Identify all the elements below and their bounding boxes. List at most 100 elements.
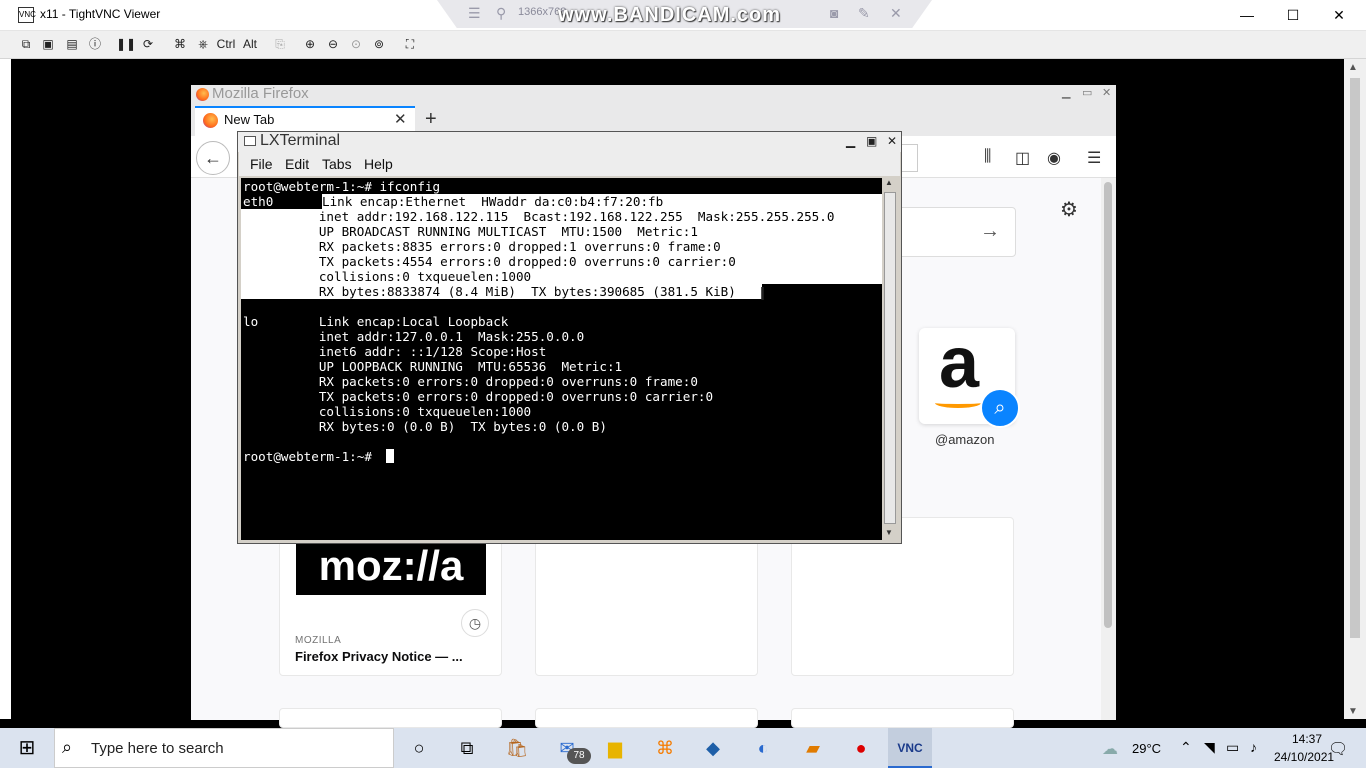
search-icon: ⌕ [62, 737, 73, 757]
refresh-icon[interactable]: ⟳ [138, 35, 158, 53]
zoom-in-icon[interactable]: ⊕ [300, 35, 320, 53]
vnc-window-title: x11 - TightVNC Viewer [40, 7, 161, 21]
firefox-minimize-button[interactable]: ▁ [1062, 86, 1070, 99]
save-session-icon[interactable]: ▣ [38, 35, 58, 53]
gear-icon[interactable]: ⚙ [1060, 197, 1078, 222]
weather-cloud-icon[interactable]: ☁ [1102, 739, 1118, 759]
url-bar[interactable] [900, 144, 918, 172]
bandicam-watermark: www.BANDICAM.com [558, 4, 782, 26]
terminal-line: collisions:0 txqueuelen:1000 [243, 404, 532, 419]
zoom-out-icon[interactable]: ⊖ [323, 35, 343, 53]
transfer-files-icon[interactable]: ⎘ [270, 35, 290, 53]
bandicam-close-icon[interactable]: ✕ [890, 5, 902, 22]
scroll-down-icon[interactable]: ▼ [885, 528, 893, 537]
menu-help[interactable]: Help [364, 156, 393, 172]
menu-edit[interactable]: Edit [285, 156, 309, 172]
firefox-maximize-button[interactable]: ▭ [1082, 86, 1092, 99]
text-cursor-icon: I [760, 284, 766, 304]
card-title: Firefox Privacy Notice — ... [295, 649, 463, 664]
menu-tabs[interactable]: Tabs [322, 156, 352, 172]
firefox-close-button[interactable]: ✕ [1102, 86, 1111, 99]
terminal-scrollbar-thumb[interactable] [884, 192, 896, 524]
empty-card [535, 708, 758, 728]
bandicam-pencil-icon[interactable]: ✎ [858, 5, 870, 22]
vnc-close-button[interactable]: ✕ [1316, 0, 1362, 31]
tray-chevron-up-icon[interactable]: ⌃ [1180, 739, 1192, 756]
search-go-arrow-icon[interactable]: → [980, 220, 1000, 243]
firefox-scrollbar-thumb[interactable] [1104, 182, 1112, 628]
firefox-logo-icon [196, 88, 209, 101]
terminal-prompt: root@webterm-1:~# [243, 449, 380, 464]
scroll-up-icon[interactable]: ▲ [885, 178, 893, 187]
connection-info-icon[interactable]: ⓘ [85, 35, 105, 53]
terminal-line-prefix: eth0 [243, 194, 274, 209]
weather-temperature[interactable]: 29°C [1132, 741, 1161, 756]
new-tab-plus-icon[interactable]: + [425, 108, 437, 131]
ctrl-esc-icon[interactable]: ⎈ [193, 35, 213, 53]
amazon-logo-icon: a [939, 323, 980, 403]
top-site-label: @amazon [935, 432, 995, 447]
terminal-line: RX packets:0 errors:0 dropped:0 overruns… [243, 374, 698, 389]
scroll-down-icon[interactable]: ▼ [1348, 706, 1358, 717]
task-view-icon[interactable]: ⧉ [452, 733, 482, 763]
volume-icon[interactable]: ♪ [1250, 739, 1257, 755]
scroll-up-icon[interactable]: ▲ [1348, 62, 1358, 73]
new-connection-icon[interactable]: ⧉ [16, 35, 36, 53]
terminal-line: UP BROADCAST RUNNING MULTICAST MTU:1500 … [243, 224, 698, 239]
terminal-line: inet addr:192.168.122.115 Bcast:192.168.… [243, 209, 835, 224]
firefox-titlebar [191, 85, 1116, 104]
bandicam-pin-icon[interactable]: ⚲ [496, 5, 506, 22]
alt-key-button[interactable]: Alt [240, 35, 260, 53]
zoom-fit-icon[interactable]: ⊚ [369, 35, 389, 53]
tab-close-icon[interactable]: ✕ [394, 110, 407, 128]
terminal-minimize-button[interactable]: ▁ [846, 134, 855, 148]
terminal-cursor [386, 449, 394, 463]
back-arrow-icon[interactable]: ← [196, 141, 230, 175]
clock-time[interactable]: 14:37 [1282, 732, 1332, 746]
ctrl-alt-del-icon[interactable]: ⌘ [170, 35, 190, 53]
store-icon[interactable]: 🛍 [502, 733, 532, 763]
network-icon[interactable]: ◥ [1204, 739, 1215, 756]
zoom-100-icon[interactable]: ⊙ [346, 35, 366, 53]
vnc-frame-left [0, 59, 11, 719]
battery-icon[interactable]: ▭ [1226, 739, 1239, 756]
clock-date[interactable]: 24/10/2021 [1274, 750, 1334, 764]
notification-icon[interactable]: 🗨 [1328, 739, 1348, 759]
windows-start-icon[interactable]: ⊞ [0, 728, 54, 768]
fullscreen-icon[interactable]: ⛶ [400, 35, 420, 53]
vnc-scrollbar-thumb[interactable] [1350, 78, 1360, 638]
terminal-line: RX bytes:0 (0.0 B) TX bytes:0 (0.0 B) [243, 419, 607, 434]
ctrl-key-button[interactable]: Ctrl [216, 35, 236, 53]
virtualbox-icon[interactable]: ◆ [698, 733, 728, 763]
options-icon[interactable]: ▤ [62, 35, 82, 53]
sidebar-icon[interactable]: ◫ [1015, 148, 1030, 168]
card-source: MOZILLA [295, 635, 342, 646]
terminal-line: inet6 addr: ::1/128 Scope:Host [243, 344, 547, 359]
vnc-minimize-button[interactable]: — [1224, 0, 1270, 31]
app-orange-icon[interactable]: ⌘ [650, 733, 680, 763]
terminal-close-button[interactable]: ✕ [887, 134, 897, 148]
terminal-line: lo Link encap:Local Loopback [243, 314, 509, 329]
cortana-icon[interactable]: ○ [404, 733, 434, 763]
tightvnc-icon: VNC [897, 741, 923, 755]
pause-icon[interactable]: ❚❚ [116, 35, 136, 53]
terminal-line: Link encap:Ethernet HWaddr da:c0:b4:f7:2… [322, 194, 664, 209]
bandicam-menu-icon[interactable]: ☰ [468, 5, 481, 22]
browser-icon[interactable]: ◐ [748, 733, 778, 763]
account-icon[interactable]: ◉ [1047, 148, 1061, 168]
tab-favicon-icon [203, 113, 218, 128]
hamburger-menu-icon[interactable]: ☰ [1087, 148, 1101, 168]
vnc-maximize-button[interactable]: ☐ [1270, 0, 1316, 31]
terminal-line: inet addr:127.0.0.1 Mask:255.0.0.0 [243, 329, 585, 344]
file-explorer-icon[interactable]: ▆ [600, 733, 630, 763]
search-placeholder: Type here to search [91, 740, 224, 757]
menu-file[interactable]: File [250, 156, 273, 172]
gns3-icon[interactable]: ▰ [798, 733, 828, 763]
library-icon[interactable]: ⫼ [984, 148, 991, 166]
terminal-line: collisions:0 txqueuelen:1000 [243, 269, 532, 284]
empty-card [279, 708, 502, 728]
terminal-line: root@webterm-1:~# ifconfig [243, 179, 441, 194]
bandicam-camera-icon[interactable]: ◙ [830, 5, 838, 21]
terminal-maximize-button[interactable]: ▣ [866, 134, 877, 148]
bandicam-record-icon[interactable]: ● [846, 733, 876, 763]
